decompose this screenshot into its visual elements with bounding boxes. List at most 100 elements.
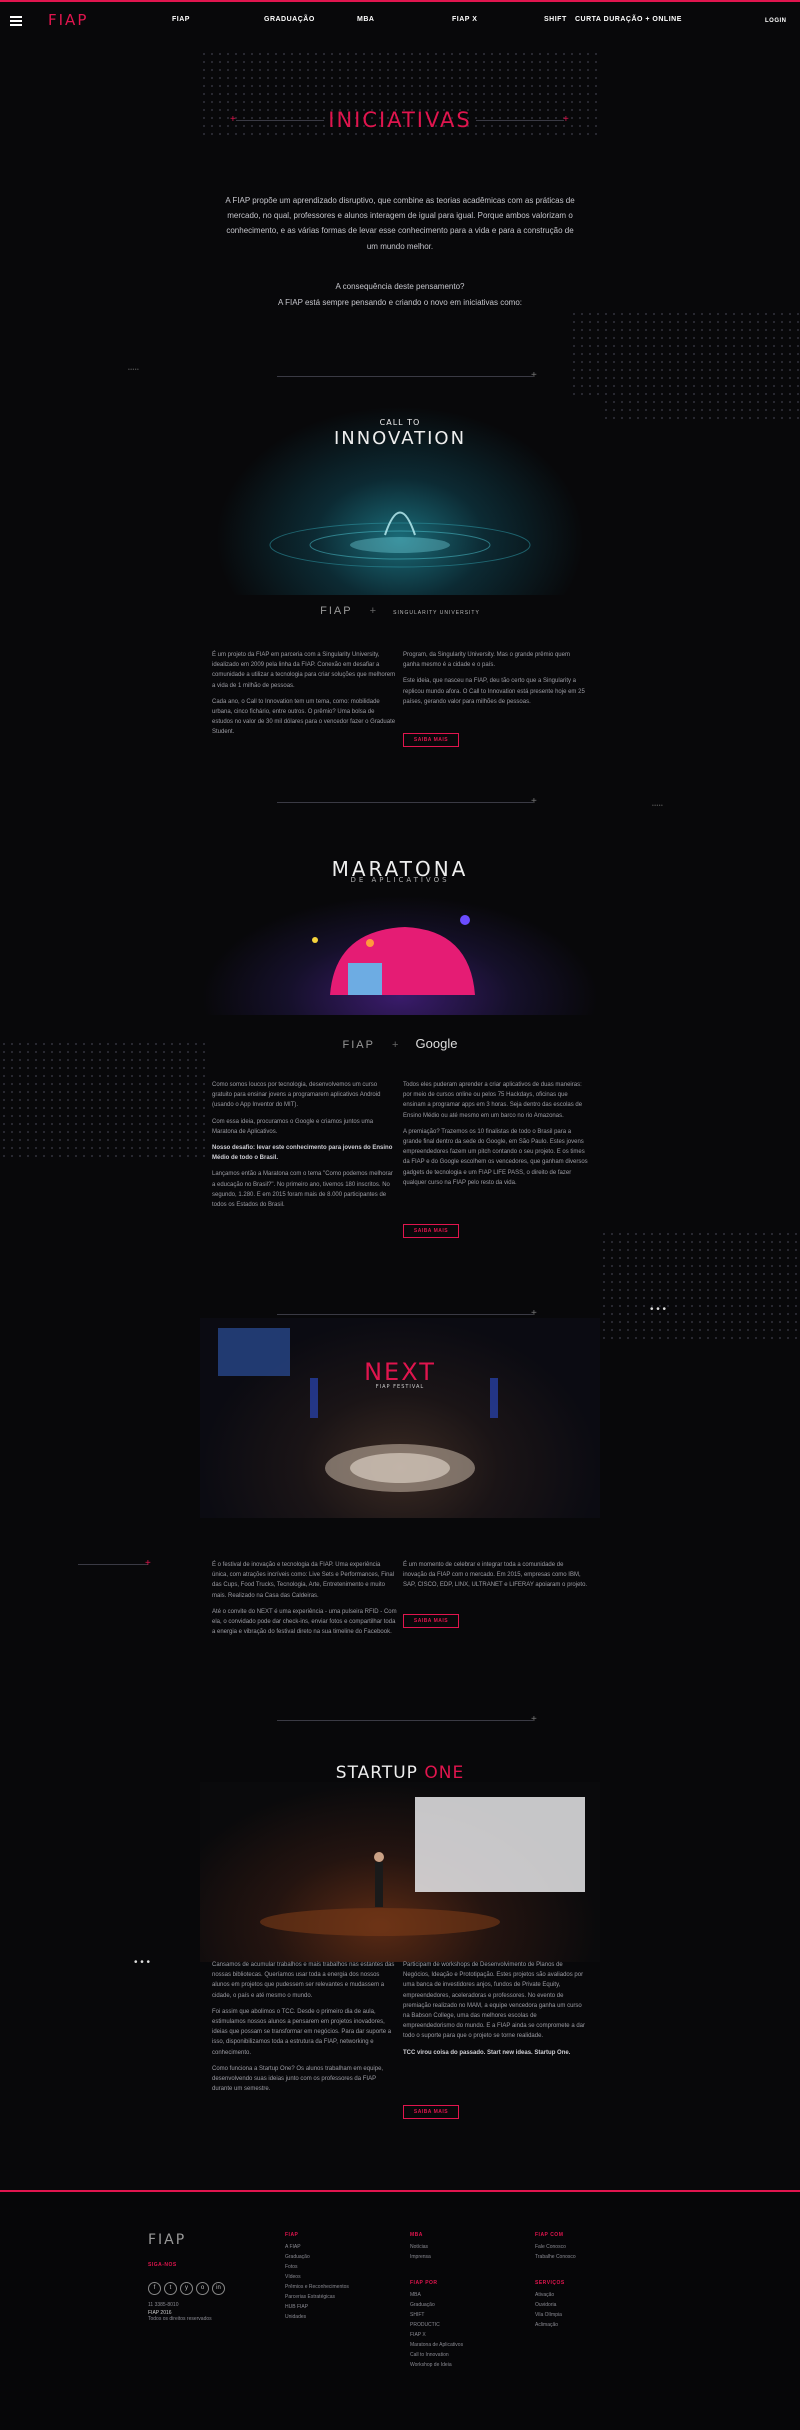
maratona-text: Como somos loucos por tecnologia, desenv… [212,1082,381,1109]
page-title: INICIATIVAS [328,108,472,132]
side-marker: ••••• [128,367,140,373]
maratona-text-col2: Todos eles puderam aprender a criar apli… [403,1080,588,1194]
footer-link[interactable]: A FIAP [285,2242,349,2252]
dot-grid-decoration [0,1040,210,1160]
nav-item-graduacao[interactable]: GRADUAÇÃO [264,16,315,23]
plus-icon: + [531,1714,537,1725]
next-text-col1: É o festival de inovação e tecnologia da… [212,1560,397,1643]
twitter-icon[interactable]: t [164,2282,177,2295]
instagram-icon[interactable]: o [196,2282,209,2295]
footer: FIAP SIGA-NOS f t y o in 11 3385-8010 FIAP 2… [0,2190,800,2430]
innovation-saiba-mais-button[interactable]: SAIBA MAIS [403,733,459,747]
footer-link[interactable]: Ouvidoria [535,2300,565,2310]
startup-title: STARTUP ONE [0,1763,800,1783]
footer-link[interactable]: Graduação [285,2252,349,2262]
footer-link[interactable]: HUB FIAP [285,2302,349,2312]
phone-number: 11 3385-8010 [148,2302,179,2308]
footer-contact: 11 3385-8010 FIAP 2016 Todos os direitos… [148,2300,212,2322]
section-divider [277,1720,533,1721]
footer-link[interactable]: Call to Innovation [410,2350,463,2360]
linkedin-icon[interactable]: in [212,2282,225,2295]
nav-item-fiap[interactable]: FIAP [172,16,190,23]
footer-link[interactable]: Workshop de Ideia [410,2360,463,2370]
innovation-text: É um projeto da FIAP em parceria com a S… [212,652,396,689]
footer-link[interactable]: Prêmios e Reconhecimentos [285,2282,349,2292]
social-links: f t y o in [148,2276,228,2295]
footer-column-heading: MBA [410,2232,423,2238]
follow-us-label: SIGA-NOS [148,2262,177,2268]
footer-link[interactable]: Fale Conosco [535,2242,576,2252]
more-dots-icon: • • • [134,1957,151,1968]
next-saiba-mais-button[interactable]: SAIBA MAIS [403,1614,459,1628]
footer-link[interactable]: Maratona de Aplicativos [410,2340,463,2350]
maratona-partners: FIAP + Google [342,1036,458,1051]
partner-fiap-logo: FIAP [320,605,353,617]
startup-hero-image [200,1782,600,1962]
next-subtitle: FIAP FESTIVAL [375,1384,425,1390]
innovation-title: INNOVATION [333,428,467,449]
plus-icon: + [145,1558,151,1569]
menu-icon[interactable] [10,16,22,26]
next-text: É o festival de inovação e tecnologia da… [212,1562,395,1599]
footer-link[interactable]: FIAP X [410,2330,463,2340]
nav-item-mba[interactable]: MBA [357,16,374,23]
footer-link[interactable]: Ativação [535,2290,565,2300]
partner-google-logo: Google [415,1036,458,1051]
next-hero-image [200,1318,600,1518]
nav-item-fiap-x[interactable]: FIAP X [452,16,477,23]
intro-paragraph: A FIAP propõe um aprendizado disruptivo,… [225,196,575,251]
nav-item-shift[interactable]: SHIFT [544,16,567,23]
footer-link[interactable]: Parcerias Estratégicas [285,2292,349,2302]
footer-column-heading: FIAP [285,2232,299,2238]
footer-logo[interactable]: FIAP [148,2232,186,2248]
footer-link[interactable]: Trabalhe Conosco [535,2252,576,2262]
side-divider [78,1564,148,1565]
footer-column-fiap: FIAP A FIAP Graduação Fotos Vídeos Prêmi… [285,2230,349,2322]
startup-title-accent: ONE [424,1763,465,1783]
footer-link[interactable]: Imprensa [410,2252,431,2262]
next-festival-photo [218,1328,498,1492]
startup-saiba-mais-button[interactable]: SAIBA MAIS [403,2105,459,2119]
footer-link[interactable]: MBA [410,2290,463,2300]
footer-link[interactable]: Fotos [285,2262,349,2272]
footer-link[interactable]: Unidades [285,2312,349,2322]
dot-grid-decoration [600,1230,800,1340]
intro-question: A consequência deste pensamento? [335,282,465,291]
innovation-partners: FIAP + SINGULARITY UNIVERSITY [320,605,480,617]
startup-text-col1: Cansamos de acumular trabalhos e mais tr… [212,1960,397,2100]
startup-title-part: STARTUP [335,1763,418,1783]
copyright: Todos os direitos reservados [148,2316,212,2322]
intro-answer: A FIAP está sempre pensando e criando o … [278,298,522,307]
maratona-hero-image [200,895,600,1015]
startup-stage-photo [260,1797,585,1936]
maratona-text-col1: Como somos loucos por tecnologia, desenv… [212,1080,397,1216]
footer-link[interactable]: PRODUCTIC [410,2320,463,2330]
footer-link[interactable]: Aclimação [535,2320,565,2330]
next-title: NEXT [364,1358,436,1386]
footer-link[interactable]: Notícias [410,2242,431,2252]
login-link[interactable]: LOGIN [765,18,787,24]
section-divider [277,1314,533,1315]
footer-link[interactable]: Graduação [410,2300,463,2310]
facebook-icon[interactable]: f [148,2282,161,2295]
more-dots-icon: • • • [650,1304,667,1315]
innovation-text: Program, da Singularity University. Mas … [403,652,570,669]
footer-link[interactable]: Vídeos [285,2272,349,2282]
maratona-text: Nosso desafio: levar este conhecimento p… [212,1144,393,1162]
youtube-icon[interactable]: y [180,2282,193,2295]
innovation-text: Cada ano, o Call to Innovation tem um te… [212,698,396,736]
nav-item-curta-duracao[interactable]: CURTA DURAÇÃO + ONLINE [575,16,682,23]
maratona-saiba-mais-button[interactable]: SAIBA MAIS [403,1224,459,1238]
top-navigation: FIAP FIAP GRADUAÇÃO MBA FIAP X SHIFT CUR… [0,2,800,36]
plus-icon: + [230,114,236,125]
footer-link[interactable]: SHIFT [410,2310,463,2320]
fiap-logo[interactable]: FIAP [48,11,88,29]
maratona-text: Lançamos então a Maratona com o tema "Co… [212,1171,393,1208]
startup-text: Participam de workshops de Desenvolvimen… [403,1962,585,2040]
side-marker: ••••• [652,803,664,809]
footer-link[interactable]: Vila Olímpia [535,2310,565,2320]
innovation-text-col2: Program, da Singularity University. Mas … [403,650,588,713]
dot-grid-decoration [570,310,800,420]
section-divider [277,376,533,377]
maratona-text: Com essa ideia, procuramos o Google e cr… [212,1118,374,1135]
